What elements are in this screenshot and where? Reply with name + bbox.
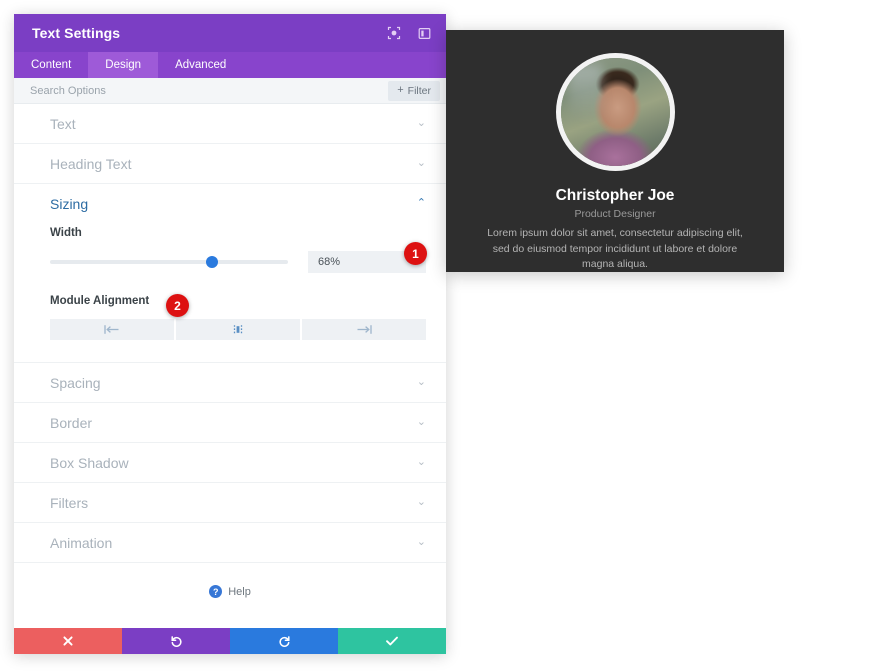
- width-slider-handle[interactable]: [205, 256, 218, 268]
- align-left-button[interactable]: [50, 319, 174, 340]
- panel-body: Text ⌄ Heading Text ⌄ Sizing ⌃ Width 68%…: [14, 104, 446, 628]
- section-text: Text ⌄: [14, 104, 446, 144]
- section-filters-header[interactable]: Filters ⌄: [14, 483, 446, 522]
- chevron-down-icon: ⌄: [416, 456, 426, 468]
- panel-title: Text Settings: [32, 25, 121, 41]
- chevron-down-icon: ⌄: [416, 376, 426, 388]
- section-box-shadow: Box Shadow ⌄: [14, 443, 446, 483]
- chevron-up-icon: ⌃: [416, 197, 426, 209]
- section-border-header[interactable]: Border ⌄: [14, 403, 446, 442]
- search-input[interactable]: [30, 84, 389, 97]
- profile-name: Christopher Joe: [555, 187, 675, 205]
- section-border-label: Border: [50, 414, 93, 431]
- redo-button[interactable]: [230, 628, 338, 654]
- profile-description: Lorem ipsum dolor sit amet, consectetur …: [487, 227, 743, 270]
- section-spacing-header[interactable]: Spacing ⌄: [14, 363, 446, 402]
- panel-header-icons: [386, 25, 432, 41]
- search-row: + Filter: [14, 78, 446, 104]
- section-spacing: Spacing ⌄: [14, 363, 446, 403]
- width-control-row: [50, 251, 426, 273]
- profile-role: Product Designer: [574, 208, 656, 221]
- section-animation-header[interactable]: Animation ⌄: [14, 523, 446, 562]
- plus-icon: +: [397, 84, 404, 96]
- panel-footer: [14, 628, 446, 654]
- section-sizing-header[interactable]: Sizing ⌃: [14, 184, 446, 223]
- target-focus-icon[interactable]: [386, 25, 402, 41]
- align-right-button[interactable]: [302, 319, 426, 340]
- undo-button[interactable]: [122, 628, 230, 654]
- section-sizing-body: Width Module Alignment: [14, 227, 446, 362]
- filter-button-label: Filter: [407, 84, 431, 97]
- text-settings-panel: Text Settings Content Design Advanced Se…: [14, 14, 446, 654]
- annotation-badge-2: 2: [166, 294, 189, 317]
- width-slider-track: [50, 260, 288, 264]
- chevron-down-icon: ⌄: [416, 416, 426, 428]
- avatar: [555, 53, 675, 172]
- filter-button[interactable]: + Filter: [388, 80, 440, 101]
- chevron-down-icon: ⌄: [416, 536, 426, 548]
- section-spacing-label: Spacing: [50, 374, 101, 391]
- chevron-down-icon: ⌄: [416, 496, 426, 508]
- panel-tabs: Content Design Advanced: [14, 52, 446, 78]
- tab-design[interactable]: Design: [88, 52, 159, 78]
- help-link[interactable]: ? Help: [14, 563, 446, 598]
- align-center-button[interactable]: [176, 319, 300, 340]
- chevron-down-icon: ⌄: [416, 157, 426, 169]
- annotation-badge-1: 1: [404, 242, 427, 265]
- section-text-label: Text: [50, 115, 76, 132]
- panel-header: Text Settings: [14, 14, 446, 52]
- save-button[interactable]: [338, 628, 446, 654]
- section-animation-label: Animation: [50, 534, 113, 551]
- question-mark-icon: ?: [209, 585, 223, 598]
- width-label: Width: [50, 227, 82, 239]
- avatar-photo: [560, 58, 670, 167]
- section-heading-text: Heading Text ⌄: [14, 144, 446, 184]
- section-animation: Animation ⌄: [14, 523, 446, 563]
- module-alignment-group: [50, 319, 426, 340]
- section-heading-text-header[interactable]: Heading Text ⌄: [14, 144, 446, 183]
- section-box-shadow-label: Box Shadow: [50, 454, 129, 471]
- chevron-down-icon: ⌄: [416, 117, 426, 129]
- width-slider[interactable]: [50, 255, 288, 269]
- section-border: Border ⌄: [14, 403, 446, 443]
- section-sizing: Sizing ⌃ Width Module Alignment: [14, 184, 446, 363]
- section-text-header[interactable]: Text ⌄: [14, 104, 446, 143]
- section-heading-text-label: Heading Text: [50, 155, 132, 172]
- panel-layout-icon[interactable]: [416, 25, 432, 41]
- section-sizing-label: Sizing: [50, 195, 89, 212]
- tab-content[interactable]: Content: [14, 52, 88, 78]
- help-label: Help: [228, 585, 251, 598]
- section-filters: Filters ⌄: [14, 483, 446, 523]
- profile-card-preview: Christopher Joe Product Designer Lorem i…: [446, 30, 784, 272]
- cancel-button[interactable]: [14, 628, 122, 654]
- module-alignment-label: Module Alignment: [50, 295, 150, 307]
- section-box-shadow-header[interactable]: Box Shadow ⌄: [14, 443, 446, 482]
- tab-advanced[interactable]: Advanced: [158, 52, 243, 78]
- section-filters-label: Filters: [50, 494, 89, 511]
